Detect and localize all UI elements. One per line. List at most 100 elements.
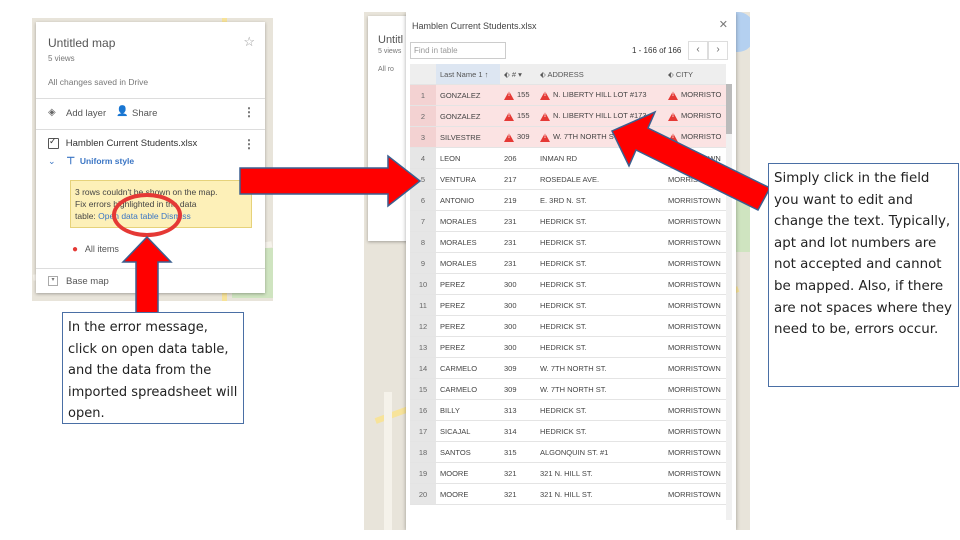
address-cell[interactable]: HEDRICK ST. — [536, 399, 664, 421]
vertical-scrollbar[interactable] — [726, 84, 732, 520]
last-name-cell[interactable]: PEREZ — [436, 315, 500, 337]
last-name-cell[interactable]: CARMELO — [436, 378, 500, 400]
table-row[interactable]: 9 MORALES 231 HEDRICK ST. MORRISTOWN — [410, 252, 726, 274]
address-cell[interactable]: W. 7TH NORTH ST. — [536, 126, 664, 148]
column-header-number[interactable]: ⬖ # ▾ — [500, 64, 536, 85]
table-row[interactable]: 12 PEREZ 300 HEDRICK ST. MORRISTOWN — [410, 315, 726, 337]
number-cell[interactable]: 231 — [500, 231, 536, 253]
all-items-row[interactable]: ● All items — [72, 244, 265, 255]
number-cell[interactable]: 155 — [500, 84, 536, 106]
number-cell[interactable]: 321 — [500, 462, 536, 484]
number-cell[interactable]: 300 — [500, 273, 536, 295]
last-name-cell[interactable]: CARMELO — [436, 357, 500, 379]
layer-options-icon[interactable]: ⋮ — [243, 137, 255, 151]
address-cell[interactable]: HEDRICK ST. — [536, 252, 664, 274]
share-button[interactable]: Share — [132, 108, 157, 119]
address-cell[interactable]: INMAN RD — [536, 147, 664, 169]
more-options-icon[interactable]: ⋮ — [243, 105, 255, 119]
number-cell[interactable]: 206 — [500, 147, 536, 169]
number-cell[interactable]: 219 — [500, 189, 536, 211]
last-name-cell[interactable]: SICAJAL — [436, 420, 500, 442]
table-row[interactable]: 1GONZALEZ155N. LIBERTY HILL LOT #173MORR… — [410, 84, 726, 106]
city-cell[interactable]: MORRISTOWN — [664, 231, 726, 253]
address-cell[interactable]: HEDRICK ST. — [536, 231, 664, 253]
table-row[interactable]: 19 MOORE 321 321 N. HILL ST. MORRISTOWN — [410, 462, 726, 484]
city-cell[interactable]: MORRISTO — [664, 84, 726, 106]
address-cell[interactable]: HEDRICK ST. — [536, 336, 664, 358]
last-name-cell[interactable]: GONZALEZ — [436, 105, 500, 127]
last-name-cell[interactable]: VENTURA — [436, 168, 500, 190]
city-cell[interactable]: MORRISTOWN — [664, 378, 726, 400]
table-row[interactable]: 5 VENTURA 217 ROSEDALE AVE. MORRISTOWN — [410, 168, 726, 190]
table-row[interactable]: 8 MORALES 231 HEDRICK ST. MORRISTOWN — [410, 231, 726, 253]
number-cell[interactable]: 300 — [500, 336, 536, 358]
number-cell[interactable]: 314 — [500, 420, 536, 442]
address-cell[interactable]: 321 N. HILL ST. — [536, 462, 664, 484]
city-cell[interactable]: MORRISTOWN — [664, 273, 726, 295]
search-input[interactable]: Find in table — [410, 42, 506, 59]
city-cell[interactable]: MORRISTOWN — [664, 357, 726, 379]
last-name-cell[interactable]: PEREZ — [436, 336, 500, 358]
number-cell[interactable]: 300 — [500, 294, 536, 316]
number-cell[interactable]: 321 — [500, 483, 536, 505]
table-row[interactable]: 6 ANTONIO 219 E. 3RD N. ST. MORRISTOWN — [410, 189, 726, 211]
uniform-style-link[interactable]: Uniform style — [80, 156, 134, 166]
address-cell[interactable]: HEDRICK ST. — [536, 420, 664, 442]
city-cell[interactable]: MORRISTOWN — [664, 441, 726, 463]
last-name-cell[interactable]: MORALES — [436, 252, 500, 274]
number-cell[interactable]: 313 — [500, 399, 536, 421]
address-cell[interactable]: HEDRICK ST. — [536, 294, 664, 316]
next-page-button[interactable]: › — [708, 41, 728, 60]
city-cell[interactable]: MORRISTOWN — [664, 483, 726, 505]
base-map-row[interactable]: ▾ Base map — [36, 268, 265, 294]
city-cell[interactable]: MORRISTOWN — [664, 462, 726, 484]
last-name-cell[interactable]: ANTONIO — [436, 189, 500, 211]
last-name-cell[interactable]: MOORE — [436, 462, 500, 484]
table-row[interactable]: 15 CARMELO 309 W. 7TH NORTH ST. MORRISTOWN — [410, 378, 726, 400]
last-name-cell[interactable]: MOORE — [436, 483, 500, 505]
city-cell[interactable]: MORRISTOWN — [664, 210, 726, 232]
number-cell[interactable]: 315 — [500, 441, 536, 463]
prev-page-button[interactable]: ‹ — [688, 41, 708, 60]
number-cell[interactable]: 155 — [500, 105, 536, 127]
city-cell[interactable]: MORRISTO — [664, 105, 726, 127]
number-cell[interactable]: 231 — [500, 210, 536, 232]
address-cell[interactable]: N. LIBERTY HILL LOT #173 — [536, 105, 664, 127]
column-header-address[interactable]: ⬖ ADDRESS — [536, 64, 664, 85]
address-cell[interactable]: HEDRICK ST. — [536, 315, 664, 337]
column-header-last-name[interactable]: Last Name 1 ↑ — [436, 64, 500, 85]
table-row[interactable]: 4 LEON 206 INMAN RD MORRISTOWN — [410, 147, 726, 169]
table-row[interactable]: 13 PEREZ 300 HEDRICK ST. MORRISTOWN — [410, 336, 726, 358]
number-cell[interactable]: 231 — [500, 252, 536, 274]
table-scroll-area[interactable]: Last Name 1 ↑ ⬖ # ▾ ⬖ ADDRESS ⬖ CITY 1 GO… — [410, 64, 728, 520]
address-cell[interactable]: ROSEDALE AVE. — [536, 168, 664, 190]
star-icon[interactable]: ☆ — [243, 34, 255, 50]
last-name-cell[interactable]: GONZALEZ — [436, 84, 500, 106]
last-name-cell[interactable]: BILLY — [436, 399, 500, 421]
address-cell[interactable]: W. 7TH NORTH ST. — [536, 357, 664, 379]
address-cell[interactable]: E. 3RD N. ST. — [536, 189, 664, 211]
last-name-cell[interactable]: SANTOS — [436, 441, 500, 463]
city-cell[interactable]: MORRISTOWN — [664, 168, 726, 190]
city-cell[interactable]: MORRISTOWN — [664, 315, 726, 337]
address-cell[interactable]: HEDRICK ST. — [536, 210, 664, 232]
chevron-down-icon[interactable]: ⌄ — [48, 156, 56, 166]
number-cell[interactable]: 309 — [500, 357, 536, 379]
table-row[interactable]: 3SILVESTRE309W. 7TH NORTH ST.MORRISTO — [410, 126, 726, 148]
layer-name[interactable]: Hamblen Current Students.xlsx — [66, 138, 197, 149]
close-icon[interactable]: ✕ — [719, 18, 728, 31]
last-name-cell[interactable]: PEREZ — [436, 294, 500, 316]
address-cell[interactable]: HEDRICK ST. — [536, 273, 664, 295]
address-cell[interactable]: 321 N. HILL ST. — [536, 483, 664, 505]
address-cell[interactable]: N. LIBERTY HILL LOT #173 — [536, 84, 664, 106]
city-cell[interactable]: MORRISTOWN — [664, 399, 726, 421]
city-cell[interactable]: MORRISTOWN — [664, 420, 726, 442]
table-row[interactable]: 17 SICAJAL 314 HEDRICK ST. MORRISTOWN — [410, 420, 726, 442]
city-cell[interactable]: MORRISTOWN — [664, 147, 726, 169]
number-cell[interactable]: 300 — [500, 315, 536, 337]
column-header-city[interactable]: ⬖ CITY — [664, 64, 726, 85]
city-cell[interactable]: MORRISTOWN — [664, 252, 726, 274]
last-name-cell[interactable]: PEREZ — [436, 273, 500, 295]
number-cell[interactable]: 309 — [500, 126, 536, 148]
table-row[interactable]: 2GONZALEZ155N. LIBERTY HILL LOT #173MORR… — [410, 105, 726, 127]
